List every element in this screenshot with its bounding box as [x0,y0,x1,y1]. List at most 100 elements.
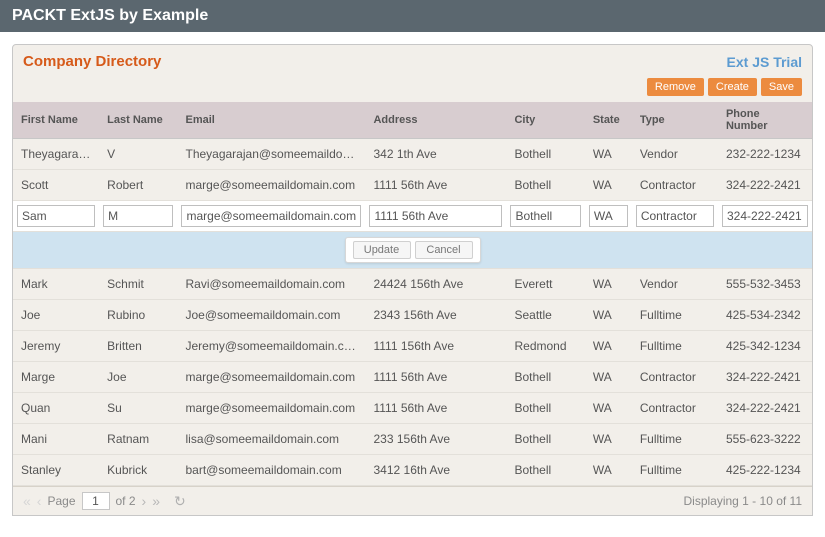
first-page-icon[interactable]: « [23,493,31,509]
cell-last-name[interactable]: Schmit [99,269,177,300]
table-row[interactable]: StanleyKubrickbart@someemaildomain.com34… [13,455,812,486]
cell-city[interactable]: Seattle [506,300,584,331]
cell-last-name[interactable]: V [99,139,177,170]
last-page-icon[interactable]: » [152,493,160,509]
cell-address[interactable]: 2343 156th Ave [365,300,506,331]
cell-type[interactable]: Contractor [632,393,718,424]
cell-city[interactable]: Bothell [506,455,584,486]
next-page-icon[interactable]: › [142,493,147,509]
col-email[interactable]: Email [177,102,365,139]
cell-type[interactable]: Contractor [632,170,718,201]
cell-state[interactable]: WA [585,170,632,201]
refresh-icon[interactable]: ↻ [174,493,186,510]
col-address[interactable]: Address [365,102,506,139]
cell-first-name[interactable]: Stanley [13,455,99,486]
cell-first-name[interactable]: Quan [13,393,99,424]
cell-phone[interactable]: 425-222-1234 [718,455,812,486]
cell-type[interactable]: Fulltime [632,331,718,362]
cell-last-name[interactable]: Joe [99,362,177,393]
cell-phone[interactable]: 425-534-2342 [718,300,812,331]
cell-email[interactable]: marge@someemaildomain.com [177,362,365,393]
cell-last-name[interactable]: Kubrick [99,455,177,486]
edit-address-input[interactable] [369,205,502,227]
cell-address[interactable]: 24424 156th Ave [365,269,506,300]
edit-row[interactable] [13,201,812,232]
cell-first-name[interactable]: Marge [13,362,99,393]
cell-address[interactable]: 1111 156th Ave [365,331,506,362]
cell-last-name[interactable]: Su [99,393,177,424]
cell-city[interactable]: Bothell [506,170,584,201]
table-row[interactable]: MargeJoemarge@someemaildomain.com1111 56… [13,362,812,393]
save-button[interactable]: Save [761,78,802,96]
cell-phone[interactable]: 324-222-2421 [718,393,812,424]
cell-address[interactable]: 233 156th Ave [365,424,506,455]
cell-first-name[interactable]: Joe [13,300,99,331]
cell-state[interactable]: WA [585,455,632,486]
table-row[interactable]: QuanSumarge@someemaildomain.com1111 56th… [13,393,812,424]
cell-state[interactable]: WA [585,300,632,331]
cell-phone[interactable]: 425-342-1234 [718,331,812,362]
col-city[interactable]: City [506,102,584,139]
col-type[interactable]: Type [632,102,718,139]
cell-email[interactable]: Joe@someemaildomain.com [177,300,365,331]
cell-first-name[interactable]: Theyagarajan [13,139,99,170]
table-row[interactable]: ManiRatnamlisa@someemaildomain.com233 15… [13,424,812,455]
cell-first-name[interactable]: Jeremy [13,331,99,362]
cell-email[interactable]: Jeremy@someemaildomain.com [177,331,365,362]
cell-email[interactable]: lisa@someemaildomain.com [177,424,365,455]
cell-phone[interactable]: 324-222-2421 [718,170,812,201]
edit-city-input[interactable] [510,205,580,227]
cell-state[interactable]: WA [585,139,632,170]
cell-type[interactable]: Fulltime [632,424,718,455]
col-first-name[interactable]: First Name [13,102,99,139]
cell-city[interactable]: Redmond [506,331,584,362]
cell-state[interactable]: WA [585,393,632,424]
table-row[interactable]: MarkSchmitRavi@someemaildomain.com24424 … [13,269,812,300]
table-row[interactable]: JeremyBrittenJeremy@someemaildomain.com1… [13,331,812,362]
update-button[interactable]: Update [353,241,411,259]
cell-phone[interactable]: 555-532-3453 [718,269,812,300]
col-state[interactable]: State [585,102,632,139]
cell-email[interactable]: Theyagarajan@someemaildomain.com [177,139,365,170]
cell-email[interactable]: bart@someemaildomain.com [177,455,365,486]
cell-email[interactable]: marge@someemaildomain.com [177,170,365,201]
cell-phone[interactable]: 232-222-1234 [718,139,812,170]
cell-first-name[interactable]: Scott [13,170,99,201]
edit-state-input[interactable] [589,205,628,227]
edit-phone-input[interactable] [722,205,808,227]
cell-address[interactable]: 1111 56th Ave [365,362,506,393]
col-phone[interactable]: Phone Number [718,102,812,139]
cell-city[interactable]: Bothell [506,362,584,393]
cell-first-name[interactable]: Mani [13,424,99,455]
cell-last-name[interactable]: Rubino [99,300,177,331]
cell-address[interactable]: 3412 16th Ave [365,455,506,486]
cell-city[interactable]: Bothell [506,424,584,455]
table-row[interactable]: ScottRobertmarge@someemaildomain.com1111… [13,170,812,201]
prev-page-icon[interactable]: ‹ [37,493,42,509]
cell-state[interactable]: WA [585,331,632,362]
cell-city[interactable]: Everett [506,269,584,300]
cell-email[interactable]: marge@someemaildomain.com [177,393,365,424]
col-last-name[interactable]: Last Name [99,102,177,139]
cell-city[interactable]: Bothell [506,139,584,170]
cell-address[interactable]: 1111 56th Ave [365,170,506,201]
cell-type[interactable]: Fulltime [632,455,718,486]
create-button[interactable]: Create [708,78,757,96]
cell-email[interactable]: Ravi@someemaildomain.com [177,269,365,300]
remove-button[interactable]: Remove [647,78,704,96]
cancel-button[interactable]: Cancel [415,241,473,259]
table-row[interactable]: JoeRubinoJoe@someemaildomain.com2343 156… [13,300,812,331]
cell-last-name[interactable]: Robert [99,170,177,201]
cell-address[interactable]: 1111 56th Ave [365,393,506,424]
cell-state[interactable]: WA [585,362,632,393]
edit-type-input[interactable] [636,205,714,227]
cell-type[interactable]: Vendor [632,269,718,300]
edit-last-name-input[interactable] [103,205,173,227]
cell-state[interactable]: WA [585,269,632,300]
cell-state[interactable]: WA [585,424,632,455]
edit-first-name-input[interactable] [17,205,95,227]
cell-type[interactable]: Fulltime [632,300,718,331]
cell-first-name[interactable]: Mark [13,269,99,300]
table-row[interactable]: TheyagarajanVTheyagarajan@someemaildomai… [13,139,812,170]
cell-last-name[interactable]: Ratnam [99,424,177,455]
